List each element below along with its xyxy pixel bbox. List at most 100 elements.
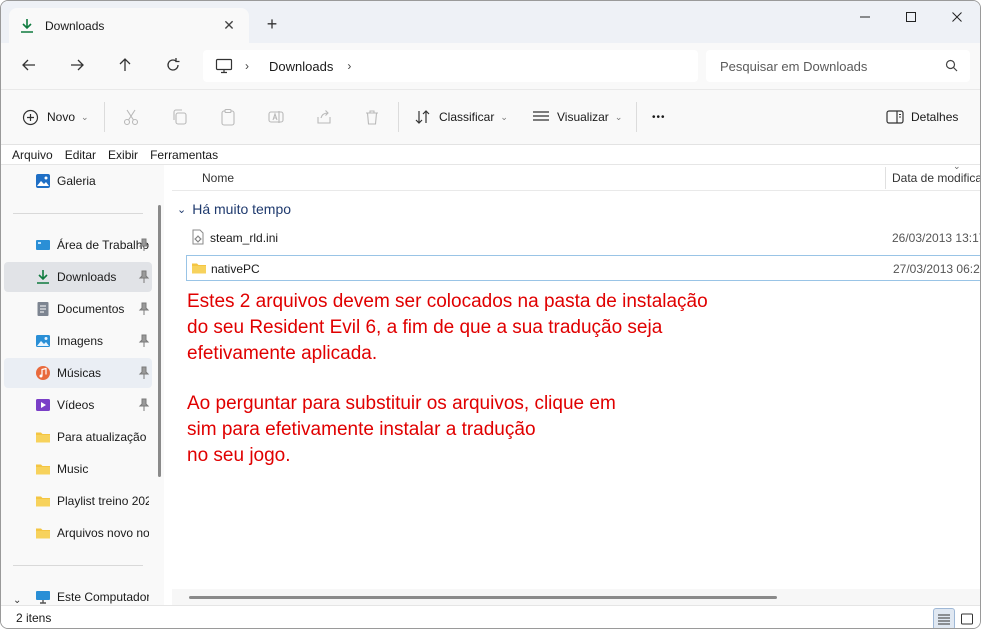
sidebar-item-label: Galeria — [57, 174, 96, 188]
sidebar-item-musicas[interactable]: Músicas — [4, 358, 152, 388]
image-icon — [36, 335, 50, 347]
download-icon — [37, 270, 49, 284]
title-bar: Downloads ✕ + — [1, 1, 980, 43]
new-label: Novo — [47, 110, 76, 124]
note-line: no seu jogo. — [187, 445, 291, 466]
sidebar-item-imagens[interactable]: Imagens — [4, 326, 152, 356]
arrow-left-icon — [22, 59, 35, 71]
sidebar-item-playlist[interactable]: Playlist treino 2024 — [4, 486, 152, 516]
folder-icon — [36, 464, 50, 475]
view-label: Visualizar — [557, 110, 609, 124]
cut-button[interactable] — [121, 107, 141, 127]
sidebar-divider — [13, 565, 143, 566]
copy-button[interactable] — [170, 107, 190, 127]
column-date[interactable]: Data de modifica — [892, 171, 980, 185]
breadcrumb-downloads[interactable]: Downloads — [269, 59, 333, 74]
menu-exibir[interactable]: Exibir — [108, 148, 138, 162]
item-count: 2 itens — [16, 611, 52, 625]
sidebar-item-folder[interactable]: Para atualização d — [4, 422, 152, 452]
search-input[interactable] — [720, 58, 930, 74]
forward-button[interactable] — [63, 53, 91, 77]
sidebar-item-label: Imagens — [57, 334, 104, 348]
share-button[interactable] — [314, 107, 334, 127]
search-icon — [945, 59, 958, 72]
column-divider[interactable] — [885, 167, 886, 189]
delete-button[interactable] — [362, 107, 382, 127]
minimize-button[interactable] — [842, 5, 888, 29]
column-name[interactable]: Nome — [202, 171, 234, 185]
horizontal-scrollbar[interactable] — [189, 596, 777, 599]
sidebar-item-videos[interactable]: Vídeos — [4, 390, 152, 420]
pin-icon — [138, 302, 150, 315]
sidebar-item-downloads[interactable]: Downloads — [4, 262, 152, 292]
command-bar: Novo ⌄ Classificar ⌄ Visualizar ⌄ ••• De… — [1, 89, 980, 145]
sidebar-scrollbar[interactable] — [158, 205, 161, 477]
minimize-icon — [860, 16, 870, 18]
rename-button[interactable] — [266, 107, 286, 127]
instruction-text: Ao perguntar para substituir os arquivos… — [187, 391, 807, 469]
breadcrumb-separator[interactable]: › — [347, 59, 357, 73]
close-button[interactable] — [934, 5, 980, 29]
menu-editar[interactable]: Editar — [65, 148, 96, 162]
arrow-right-icon — [71, 59, 84, 71]
sidebar-item-label: Músicas — [57, 366, 102, 380]
pin-icon — [138, 398, 150, 411]
paste-button[interactable] — [218, 107, 238, 127]
details-button[interactable]: Detalhes — [886, 106, 958, 128]
tab-downloads[interactable]: Downloads ✕ — [9, 8, 249, 43]
arrow-up-icon — [119, 58, 131, 71]
up-button[interactable] — [111, 53, 139, 77]
sidebar-item-galeria[interactable]: Galeria — [4, 166, 152, 196]
tab-title: Downloads — [45, 18, 105, 33]
toolbar-divider — [636, 102, 637, 132]
chevron-down-icon: ⌄ — [500, 111, 508, 122]
instruction-text: Estes 2 arquivos devem ser colocados na … — [187, 289, 807, 367]
tab-close-icon[interactable]: ✕ — [221, 17, 237, 33]
file-explorer-window: Downloads ✕ + › Downloads › Pesquisar em… — [0, 0, 981, 629]
table-row[interactable]: steam_rld.ini 26/03/2013 13:17 — [186, 225, 981, 251]
sidebar-item-este-computador[interactable]: Este Computador — [4, 582, 152, 605]
gallery-icon — [36, 174, 50, 188]
sort-button[interactable]: Classificar ⌄ — [414, 106, 508, 128]
details-view-button[interactable] — [933, 608, 955, 628]
note-line: Ao perguntar para substituir os arquivos… — [187, 393, 616, 414]
pin-icon — [138, 334, 150, 347]
menu-arquivo[interactable]: Arquivo — [12, 148, 53, 162]
view-button[interactable]: Visualizar ⌄ — [532, 106, 622, 128]
sidebar-item-label: Vídeos — [57, 398, 95, 412]
file-date: 26/03/2013 13:17 — [892, 231, 981, 245]
music-icon — [36, 366, 50, 380]
file-name: steam_rld.ini — [210, 231, 279, 245]
trash-icon — [366, 110, 378, 125]
paste-icon — [221, 108, 235, 126]
maximize-button[interactable] — [888, 5, 934, 29]
sidebar-item-documentos[interactable]: Documentos — [4, 294, 152, 324]
file-name: nativePC — [211, 262, 260, 276]
sidebar-item-arquivos-novo[interactable]: Arquivos novo no — [4, 518, 152, 548]
tiles-view-icon — [961, 613, 973, 625]
desktop-icon — [36, 240, 50, 250]
group-header[interactable]: ⌄ Há muito tempo — [177, 201, 291, 217]
view-list-icon — [533, 111, 549, 121]
toolbar-divider — [104, 102, 105, 132]
menu-ferramentas[interactable]: Ferramentas — [150, 148, 218, 162]
sidebar-item-label: Área de Trabalho — [57, 238, 149, 252]
search-box[interactable] — [706, 50, 970, 82]
folder-icon — [192, 263, 206, 274]
maximize-icon — [906, 12, 916, 22]
tiles-view-button[interactable] — [956, 608, 978, 628]
refresh-button[interactable] — [159, 53, 187, 77]
settings-file-icon — [192, 229, 204, 245]
address-bar[interactable]: › Downloads › — [203, 50, 698, 82]
back-button[interactable] — [15, 53, 43, 77]
file-list: Nome ⌄ Data de modifica ⌄ Há muito tempo… — [172, 161, 981, 605]
note-line: Estes 2 arquivos devem ser colocados na … — [187, 291, 708, 312]
more-options-button[interactable]: ••• — [652, 106, 666, 128]
sidebar-item-area-de-trabalho[interactable]: Área de Trabalho — [4, 230, 152, 260]
new-button[interactable]: Novo ⌄ — [22, 106, 89, 128]
chevron-down-icon: ⌄ — [177, 203, 187, 216]
sidebar-item-label: Playlist treino 2024 — [57, 494, 149, 508]
table-row[interactable]: nativePC 27/03/2013 06:22 — [186, 255, 980, 281]
new-tab-button[interactable]: + — [263, 14, 281, 34]
sidebar-item-music[interactable]: Music — [4, 454, 152, 484]
